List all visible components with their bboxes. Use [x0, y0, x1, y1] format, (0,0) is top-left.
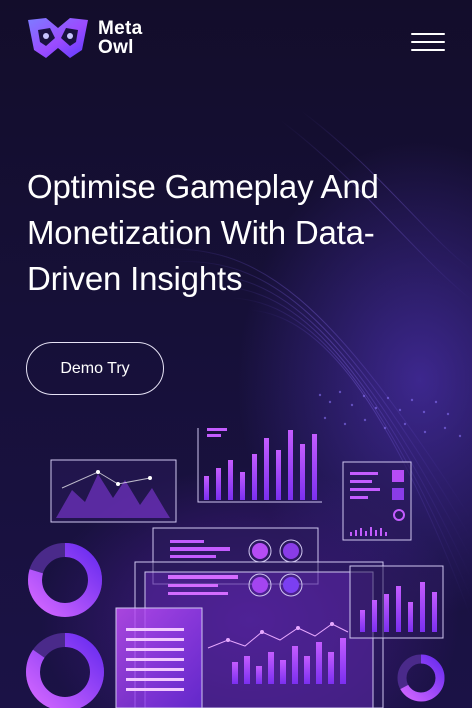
brand-name: Meta Owl: [98, 19, 143, 57]
line-chart-panel: [50, 459, 177, 523]
stats-panel-right: [342, 461, 412, 541]
brand-name-line1: Meta: [98, 18, 143, 39]
menu-bar-middle: [411, 41, 445, 43]
demo-try-button[interactable]: Demo Try: [26, 342, 164, 395]
site-header: Meta Owl: [0, 0, 472, 82]
bar-chart-panel-top: [197, 428, 322, 503]
analytics-illustration: [26, 428, 445, 708]
brand-logo[interactable]: Meta Owl: [26, 16, 143, 60]
brand-name-line2: Owl: [98, 37, 134, 58]
menu-bar-top: [411, 33, 445, 35]
owl-mask-logo-icon: [28, 18, 88, 58]
hamburger-menu-icon[interactable]: [411, 32, 445, 52]
bar-chart-panel-right: [349, 565, 444, 639]
hero-title: Optimise Gameplay And Monetization With …: [27, 168, 379, 297]
front-panel-left: [115, 607, 203, 708]
donut-chart-right-bottom: [397, 654, 445, 702]
menu-bar-bottom: [411, 49, 445, 51]
donut-chart-left-top: [28, 543, 102, 617]
donut-chart-left-bottom: [26, 633, 104, 708]
